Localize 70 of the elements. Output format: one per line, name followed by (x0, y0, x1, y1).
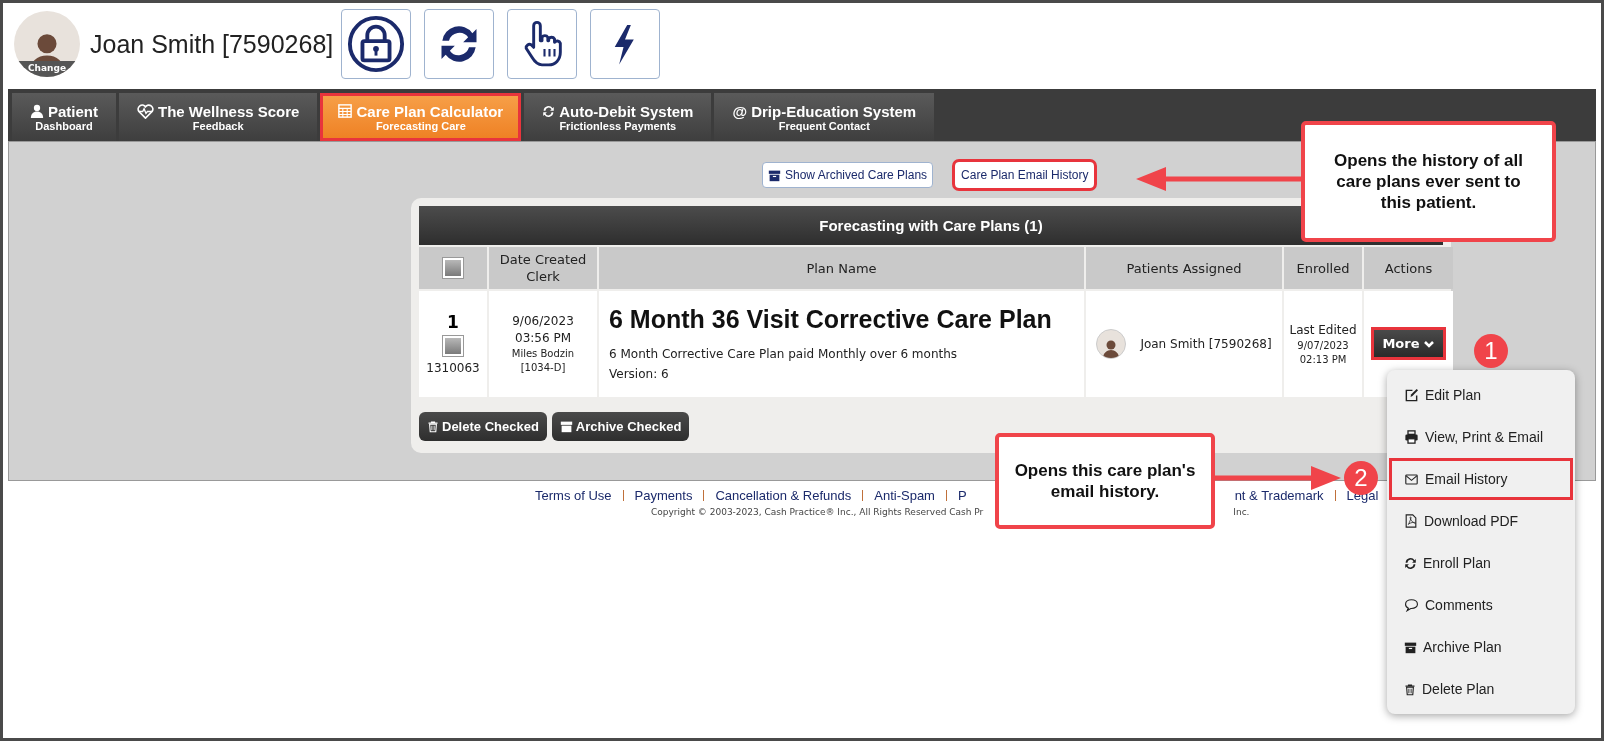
footer-link[interactable]: P (957, 488, 967, 503)
created-time: 03:56 PM (515, 330, 571, 347)
lightning-button[interactable] (590, 9, 661, 79)
refresh-icon (542, 104, 556, 118)
trash-icon (1404, 682, 1416, 696)
menu-item[interactable]: Enroll Plan (1389, 542, 1573, 584)
created-date: 9/06/2023 (512, 313, 574, 330)
menu-item[interactable]: Download PDF (1389, 500, 1573, 542)
menu-item[interactable]: Email History (1389, 458, 1573, 500)
clerk-id: [1034-D] (520, 361, 566, 375)
menu-item[interactable]: Comments (1389, 584, 1573, 626)
copyright-text: Inc. (1233, 507, 1250, 517)
column-header: Actions (1384, 259, 1433, 277)
clerk-name: Miles Bodzin (511, 347, 575, 361)
calculator-icon (338, 104, 353, 118)
footer-link[interactable]: Terms of Use (535, 488, 612, 503)
column-header: Patients Assigned (1126, 259, 1242, 277)
trash-icon (427, 420, 439, 433)
nav-tab[interactable]: The Wellness Score Feedback (119, 93, 318, 141)
plan-version: Version: 6 (609, 365, 669, 383)
nav-tab[interactable]: Auto-Debit System Frictionless Payments (524, 93, 712, 141)
menu-item[interactable]: Edit Plan (1389, 374, 1573, 416)
footer-link[interactable]: Cancellation & Refunds (715, 488, 852, 503)
callout: Opens this care plan's email history. (995, 433, 1215, 529)
enrolled-label: Last Edited (1289, 321, 1357, 339)
patient-avatar (1096, 329, 1127, 359)
lock-button[interactable] (341, 9, 412, 79)
heart-pulse-icon (137, 103, 154, 119)
patient-name: Joan Smith [7590268] (90, 29, 334, 59)
edit-icon (1404, 387, 1419, 403)
callout: Opens the history of all care plans ever sent to this patient. (1301, 121, 1556, 242)
menu-item[interactable]: Archive Plan (1389, 626, 1573, 668)
edited-date: 9/07/2023 (1297, 338, 1349, 353)
patient-name: Joan Smith [7590268] (1140, 335, 1272, 353)
archive-box-icon (559, 420, 573, 433)
speech-bubble-icon (1404, 598, 1419, 612)
copyright-text: Copyright © 2003-2023, Cash Practice® Inc., All Rights Reserved Cash Pr (651, 507, 984, 517)
pointer-button[interactable] (507, 9, 578, 79)
column-header: Date Created Clerk (499, 251, 587, 285)
checkbox[interactable] (443, 335, 463, 356)
archive-checked-button[interactable]: Archive Checked (551, 412, 690, 441)
plan-description: 6 Month Corrective Care Plan paid Monthly over 6 months (609, 345, 958, 363)
plan-name: 6 Month 36 Visit Corrective Care Plan (609, 304, 1052, 334)
lock-icon (347, 15, 406, 73)
edited-time: 02:13 PM (1299, 352, 1347, 367)
footer-link[interactable]: nt & Trademark (1234, 488, 1324, 503)
archive-box-icon (1404, 640, 1417, 654)
refresh-icon (1404, 556, 1417, 570)
avatar[interactable]: Change (14, 11, 80, 77)
column-header: Enrolled (1296, 259, 1350, 277)
footer-link[interactable]: Anti-Spam (874, 488, 935, 503)
plan-id: 1310063 (426, 359, 480, 377)
checkbox[interactable] (443, 258, 463, 278)
nav-tab[interactable]: Patient Dashboard (12, 93, 116, 141)
refresh-button[interactable] (424, 9, 495, 79)
envelope-icon (1404, 472, 1419, 486)
more-button[interactable]: More (1371, 327, 1446, 360)
archive-box-icon (768, 168, 781, 182)
email-history-link[interactable]: Care Plan Email History (955, 162, 1095, 188)
user-icon (30, 104, 44, 118)
menu-item[interactable]: Delete Plan (1389, 668, 1573, 710)
show-archived-button[interactable]: Show Archived Care Plans (762, 162, 934, 188)
column-header: Plan Name (806, 259, 877, 277)
printer-icon (1404, 430, 1419, 444)
nav-tab[interactable]: @ Drip-Education System Frequent Contact (714, 93, 935, 141)
menu-item[interactable]: View, Print & Email (1389, 416, 1573, 458)
footer-link[interactable]: Payments (634, 488, 693, 503)
row-number: 1 (447, 311, 459, 332)
pdf-file-icon (1404, 513, 1418, 529)
delete-checked-button[interactable]: Delete Checked (419, 412, 547, 441)
